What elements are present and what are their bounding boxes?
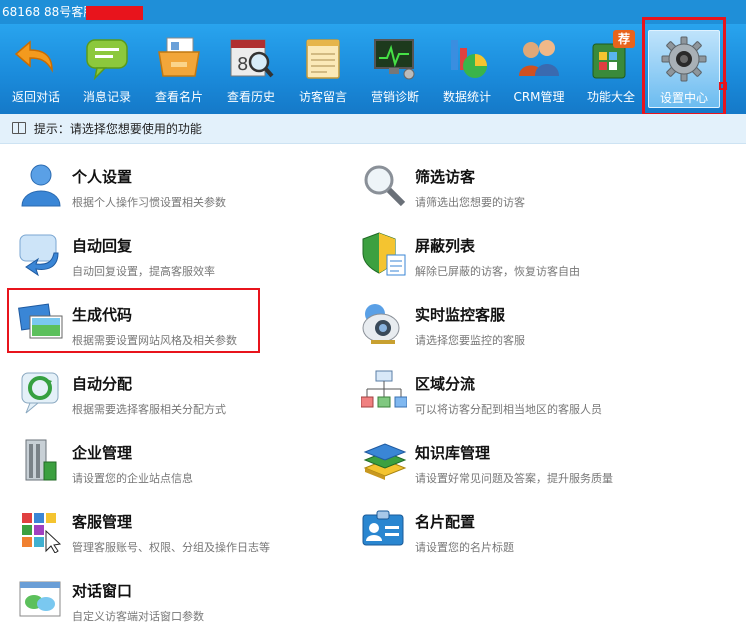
setting-desc: 自动回复设置，提高客服效率: [72, 265, 215, 278]
setting-live-monitor[interactable]: 实时监控客服 请选择您要监控的客服: [351, 290, 681, 350]
toolbar-label: CRM管理: [513, 90, 565, 104]
refresh-cycle-icon: [18, 369, 64, 415]
toolbar-label: 功能大全: [586, 90, 635, 104]
setting-title: 客服管理: [72, 513, 133, 531]
setting-title: 对话窗口: [72, 582, 133, 600]
setting-title: 名片配置: [415, 513, 476, 531]
setting-desc: 请设置您的名片标题: [415, 541, 514, 554]
setting-auto-assign[interactable]: 自动分配 根据需要选择客服相关分配方式: [8, 359, 338, 419]
people-icon: [515, 34, 563, 82]
notepad-icon: [299, 34, 347, 82]
toolbar-label: 查看名片: [154, 90, 203, 104]
setting-card-config[interactable]: 名片配置 请设置您的名片标题: [351, 497, 681, 557]
setting-desc: 管理客服账号、权限、分组及操作日志等: [72, 541, 270, 554]
highlight-marker: [719, 82, 727, 90]
setting-enterprise[interactable]: 企业管理 请设置您的企业站点信息: [8, 428, 338, 488]
window-title: 68168 88号客服: [2, 5, 96, 19]
setting-title: 筛选访客: [415, 168, 476, 186]
shield-list-icon: [361, 231, 407, 277]
card-folder-icon: [155, 34, 203, 82]
toolbar-data-statistics[interactable]: 数据统计: [431, 30, 503, 108]
toolbar-marketing-diagnosis[interactable]: 营销诊断: [359, 30, 431, 108]
grid-cursor-icon: [18, 507, 64, 554]
setting-desc: 请筛选出您想要的访客: [415, 196, 525, 209]
setting-desc: 请选择您要监控的客服: [415, 334, 525, 347]
setting-filter-visitors[interactable]: 筛选访客 请筛选出您想要的访客: [351, 152, 681, 212]
toolbar-crm-management[interactable]: CRM管理: [503, 30, 575, 108]
monitor-stethoscope-icon: [371, 34, 419, 82]
webcam-icon: [361, 300, 407, 346]
toolbar-label: 消息记录: [82, 90, 131, 104]
setting-title: 屏蔽列表: [415, 237, 476, 255]
magnifier-icon: [361, 162, 407, 208]
person-icon: [18, 162, 64, 208]
setting-agent-management[interactable]: 客服管理 管理客服账号、权限、分组及操作日志等: [8, 497, 338, 557]
toolbar-label: 查看历史: [226, 90, 275, 104]
title-bar: 68168 88号客服: [0, 0, 746, 24]
setting-desc: 根据需要选择客服相关分配方式: [72, 403, 226, 416]
toolbar-message-records[interactable]: 消息记录: [71, 30, 143, 108]
apps-bag-icon: 荐: [587, 30, 635, 82]
toolbar-label: 访客留言: [298, 90, 347, 104]
toolbar-label: 数据统计: [442, 90, 491, 104]
main-toolbar: 返回对话 消息记录 查看名片 8 查看历史 访客留言 营销诊断 数据统计 CRM…: [0, 24, 746, 114]
setting-desc: 请设置您的企业站点信息: [72, 472, 193, 485]
hint-text: 提示：请选择您想要使用的功能: [33, 122, 202, 136]
book-icon: [12, 122, 26, 134]
toolbar-visitor-messages[interactable]: 访客留言: [287, 30, 359, 108]
setting-auto-reply[interactable]: 自动回复 自动回复设置，提高客服效率: [8, 221, 338, 281]
toolbar-label: 返回对话: [11, 90, 60, 104]
calendar-search-icon: 8: [227, 34, 275, 82]
highlight-box-generate-code: [7, 288, 260, 353]
toolbar-back-to-chat[interactable]: 返回对话: [0, 30, 72, 108]
setting-knowledge-base[interactable]: 知识库管理 请设置好常见问题及答案，提升服务质量: [351, 428, 681, 488]
setting-personal[interactable]: 个人设置 根据个人操作习惯设置相关参数: [8, 152, 338, 212]
setting-title: 自动分配: [72, 375, 133, 393]
back-arrow-icon: [12, 34, 60, 82]
toolbar-all-functions[interactable]: 荐 功能大全: [575, 30, 647, 108]
setting-region-routing[interactable]: 区域分流 可以将访客分配到相当地区的客服人员: [351, 359, 681, 419]
toolbar-view-history[interactable]: 8 查看历史: [215, 30, 287, 108]
redaction-mark: [86, 6, 143, 20]
toolbar-view-cards[interactable]: 查看名片: [143, 30, 215, 108]
setting-title: 企业管理: [72, 444, 133, 462]
chat-window-icon: [18, 576, 64, 622]
setting-title: 知识库管理: [415, 444, 491, 462]
setting-title: 自动回复: [72, 237, 133, 255]
setting-desc: 解除已屏蔽的访客，恢复访客自由: [415, 265, 580, 278]
building-icon: [18, 438, 64, 484]
id-card-icon: [361, 507, 407, 553]
setting-title: 区域分流: [415, 375, 476, 393]
setting-chat-window[interactable]: 对话窗口 自定义访客端对话窗口参数: [8, 566, 338, 626]
setting-title: 实时监控客服: [415, 306, 506, 324]
setting-desc: 自定义访客端对话窗口参数: [72, 610, 204, 623]
message-bubble-icon: [83, 34, 131, 82]
hint-bar: 提示：请选择您想要使用的功能: [0, 114, 746, 144]
highlight-box-settings-center: [642, 17, 726, 116]
books-icon: [361, 438, 407, 484]
setting-title: 个人设置: [72, 168, 133, 186]
setting-block-list[interactable]: 屏蔽列表 解除已屏蔽的访客，恢复访客自由: [351, 221, 681, 281]
settings-center-window: 68168 88号客服 返回对话 消息记录 查看名片 8 查看历史 访客留言 营…: [0, 0, 746, 636]
svg-text:8: 8: [237, 54, 248, 75]
auto-reply-icon: [18, 231, 64, 277]
network-tree-icon: [360, 369, 408, 415]
setting-desc: 请设置好常见问题及答案，提升服务质量: [415, 472, 613, 485]
recommend-badge: 荐: [613, 30, 635, 48]
toolbar-label: 营销诊断: [370, 90, 419, 104]
setting-desc: 可以将访客分配到相当地区的客服人员: [415, 403, 602, 416]
setting-desc: 根据个人操作习惯设置相关参数: [72, 196, 226, 209]
bar-pie-chart-icon: [443, 34, 491, 82]
